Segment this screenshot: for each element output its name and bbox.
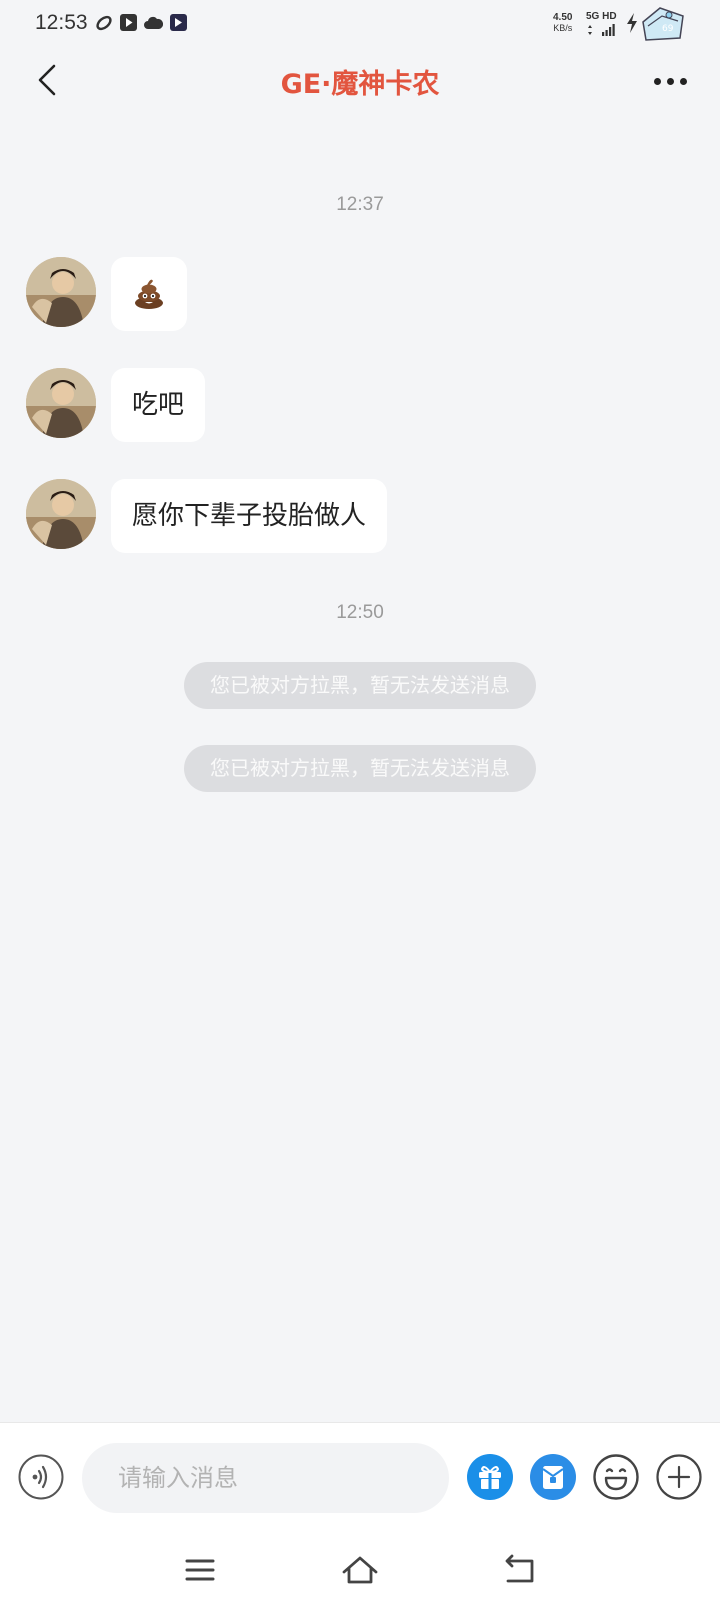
timestamp: 12:37 xyxy=(336,194,384,215)
cellular-signal-icon xyxy=(588,24,615,36)
svg-text:69: 69 xyxy=(662,24,674,34)
gift-icon[interactable] xyxy=(467,1454,513,1500)
chat-header: GE·魔神卡农 xyxy=(0,48,720,116)
avatar-image xyxy=(26,257,96,327)
poop-emoji-icon xyxy=(135,279,163,309)
more-dot-icon xyxy=(667,78,674,85)
avatar-image xyxy=(26,368,96,438)
system-nav-bar xyxy=(0,1534,720,1612)
avatar-image xyxy=(26,479,96,549)
plus-icon[interactable] xyxy=(656,1454,702,1500)
play-icon xyxy=(120,14,137,31)
network-speed: 4.50 KB/s xyxy=(553,12,572,34)
home-icon[interactable] xyxy=(340,1552,380,1588)
video-app-icon xyxy=(170,14,187,31)
system-notice: 您已被对方拉黑，暂无法发送消息 xyxy=(184,662,536,709)
charging-icon xyxy=(627,13,637,33)
status-bar: 12:53 4.50 KB/s 5G HD 69 xyxy=(0,0,720,48)
message-bubble[interactable] xyxy=(111,257,187,331)
cloud-icon xyxy=(144,16,163,29)
message-bubble[interactable]: 吃吧 xyxy=(111,368,206,442)
voice-icon[interactable] xyxy=(18,1454,64,1500)
status-time: 12:53 xyxy=(35,11,88,34)
network-type: 5G HD xyxy=(586,11,617,22)
chain-link-icon xyxy=(96,15,112,31)
emoji-icon[interactable] xyxy=(593,1454,639,1500)
speed-value: 4.50 xyxy=(553,12,573,23)
back-nav-icon[interactable] xyxy=(500,1552,540,1588)
timestamp: 12:50 xyxy=(336,602,384,623)
red-packet-icon[interactable] xyxy=(530,1454,576,1500)
battery-icon: 69 xyxy=(642,7,684,41)
composer-bar xyxy=(0,1422,720,1534)
system-notice: 您已被对方拉黑，暂无法发送消息 xyxy=(184,745,536,792)
avatar[interactable] xyxy=(26,257,96,327)
more-dot-icon xyxy=(680,78,687,85)
avatar[interactable] xyxy=(26,368,96,438)
more-options-button[interactable] xyxy=(650,66,690,96)
more-dot-icon xyxy=(654,78,661,85)
message-input[interactable] xyxy=(82,1443,449,1513)
avatar[interactable] xyxy=(26,479,96,549)
menu-icon[interactable] xyxy=(180,1552,220,1588)
speed-unit: KB/s xyxy=(553,23,573,33)
chat-title: GE·魔神卡农 xyxy=(280,69,440,100)
message-bubble[interactable]: 愿你下辈子投胎做人 xyxy=(111,479,388,553)
